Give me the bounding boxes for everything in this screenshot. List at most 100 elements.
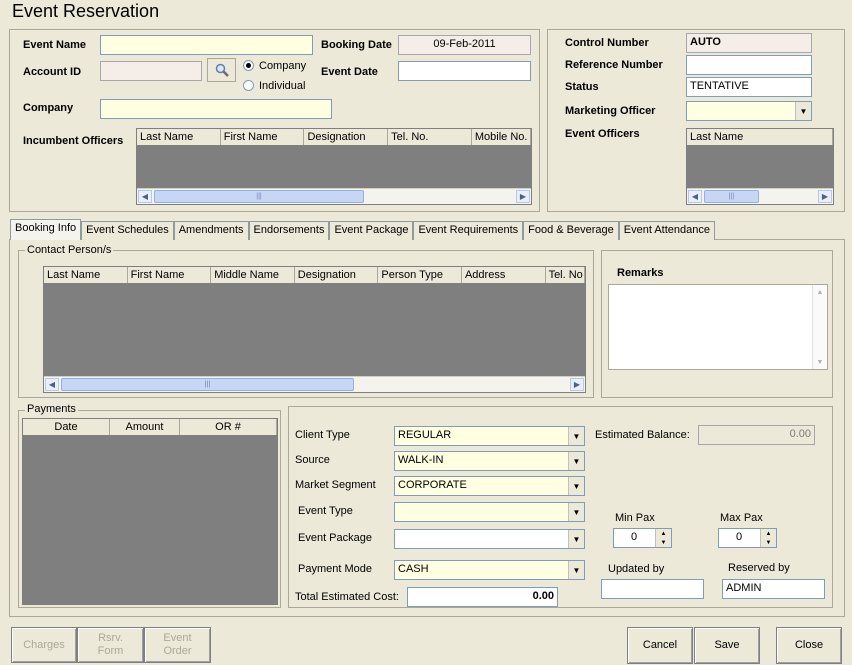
tab-event-schedules[interactable]: Event Schedules (81, 221, 174, 240)
event-type-label: Event Type (298, 505, 353, 517)
scroll-right-icon[interactable]: ▶ (516, 190, 530, 203)
event-package-select[interactable]: ▼ (394, 529, 585, 549)
column-header[interactable]: Last Name (687, 129, 833, 145)
scroll-left-icon[interactable]: ◀ (688, 190, 702, 203)
chevron-down-icon[interactable]: ▼ (568, 503, 584, 521)
column-header[interactable]: First Name (128, 267, 212, 283)
source-select[interactable]: WALK-IN ▼ (394, 451, 585, 471)
event-order-label-1: Event (163, 632, 192, 644)
scroll-right-icon[interactable]: ▶ (570, 378, 584, 391)
event-package-label: Event Package (298, 532, 372, 544)
tab-event-requirements[interactable]: Event Requirements (413, 221, 524, 240)
chevron-down-icon[interactable]: ▼ (568, 427, 584, 445)
scroll-left-icon[interactable]: ◀ (45, 378, 59, 391)
scroll-right-icon[interactable]: ▶ (818, 190, 832, 203)
tab-event-attendance[interactable]: Event Attendance (618, 221, 715, 240)
event-officers-grid[interactable]: Last Name ◀ ||| ▶ (686, 128, 834, 205)
chevron-down-icon[interactable]: ▼ (568, 477, 584, 495)
min-pax-label: Min Pax (615, 512, 655, 524)
client-type-select[interactable]: REGULAR ▼ (394, 426, 585, 446)
radio-company[interactable] (243, 60, 254, 71)
vertical-scrollbar[interactable]: ▲ ▼ (812, 285, 827, 369)
scroll-down-icon[interactable]: ▼ (813, 355, 827, 369)
reservation-form-label-2: Form (97, 645, 124, 657)
increment-icon[interactable]: ▲ (656, 529, 671, 538)
account-search-button[interactable] (207, 58, 236, 82)
grid-header: Date Amount OR # (23, 419, 277, 436)
reservation-form-button[interactable]: Rsrv. Form (77, 627, 144, 663)
event-order-button[interactable]: Event Order (144, 627, 211, 663)
tab-endorsements[interactable]: Endorsements (248, 221, 330, 240)
radio-individual[interactable] (243, 80, 254, 91)
payments-grid[interactable]: Date Amount OR # (22, 418, 278, 605)
incumbent-officers-grid[interactable]: Last Name First Name Designation Tel. No… (136, 128, 532, 205)
horizontal-scrollbar[interactable]: ◀ ||| ▶ (137, 188, 531, 204)
window-title: Event Reservation (12, 1, 160, 21)
increment-icon[interactable]: ▲ (761, 529, 776, 538)
horizontal-scrollbar[interactable]: ◀ ||| ▶ (687, 188, 833, 204)
control-number-field[interactable]: AUTO (686, 33, 812, 53)
updated-by-field[interactable] (601, 579, 704, 599)
stepper-buttons[interactable]: ▲ ▼ (760, 529, 776, 547)
column-header[interactable]: Date (23, 419, 110, 435)
save-button[interactable]: Save (694, 627, 760, 664)
horizontal-scrollbar[interactable]: ◀ ||| ▶ (44, 376, 585, 392)
column-header[interactable]: Tel. No. (388, 129, 472, 145)
marketing-officer-select[interactable]: ▼ (686, 101, 812, 121)
chevron-down-icon[interactable]: ▼ (568, 452, 584, 470)
max-pax-stepper[interactable]: 0 ▲ ▼ (718, 528, 777, 548)
column-header[interactable]: Person Type (378, 267, 462, 283)
reserved-by-field[interactable]: ADMIN (722, 579, 825, 599)
radio-company-label: Company (259, 60, 307, 72)
close-button[interactable]: Close (776, 627, 842, 664)
cancel-button-label: Cancel (642, 639, 678, 651)
scroll-up-icon[interactable]: ▲ (813, 285, 827, 299)
company-label: Company (23, 102, 74, 114)
incumbent-officers-label: Incumbent Officers (23, 135, 124, 147)
column-header[interactable]: Designation (295, 267, 379, 283)
event-name-field[interactable] (100, 35, 313, 55)
reference-number-field[interactable] (686, 55, 812, 75)
remarks-textarea[interactable]: ▲ ▼ (608, 284, 828, 370)
account-id-field[interactable] (100, 61, 202, 81)
stepper-buttons[interactable]: ▲ ▼ (655, 529, 671, 547)
column-header[interactable]: Amount (110, 419, 180, 435)
chevron-down-icon[interactable]: ▼ (568, 530, 584, 548)
min-pax-stepper[interactable]: 0 ▲ ▼ (613, 528, 672, 548)
status-field[interactable]: TENTATIVE (686, 77, 812, 97)
decrement-icon[interactable]: ▼ (761, 538, 776, 547)
contact-persons-title: Contact Person/s (25, 244, 114, 256)
event-type-select[interactable]: ▼ (394, 502, 585, 522)
charges-button[interactable]: Charges (11, 627, 77, 663)
event-date-field[interactable] (398, 61, 531, 81)
decrement-icon[interactable]: ▼ (656, 538, 671, 547)
chevron-down-icon[interactable]: ▼ (795, 102, 811, 120)
column-header[interactable]: Last Name (137, 129, 221, 145)
tab-food-beverage[interactable]: Food & Beverage (523, 221, 619, 240)
payment-mode-select[interactable]: CASH ▼ (394, 560, 585, 580)
column-header[interactable]: OR # (180, 419, 277, 435)
company-field[interactable] (100, 99, 332, 119)
column-header[interactable]: Tel. No (546, 267, 585, 283)
tab-amendments[interactable]: Amendments (173, 221, 249, 240)
booking-date-label: Booking Date (321, 39, 392, 51)
column-header[interactable]: First Name (221, 129, 305, 145)
scroll-thumb[interactable]: ||| (154, 190, 364, 203)
column-header[interactable]: Mobile No. (472, 129, 531, 145)
scroll-thumb[interactable]: ||| (61, 378, 354, 391)
booking-date-field[interactable]: 09-Feb-2011 (398, 35, 531, 55)
scroll-thumb[interactable]: ||| (704, 190, 759, 203)
chevron-down-icon[interactable]: ▼ (568, 561, 584, 579)
column-header[interactable]: Last Name (44, 267, 128, 283)
search-icon (215, 63, 229, 77)
tab-event-package[interactable]: Event Package (329, 221, 414, 240)
scroll-left-icon[interactable]: ◀ (138, 190, 152, 203)
market-segment-select[interactable]: CORPORATE ▼ (394, 476, 585, 496)
column-header[interactable]: Designation (304, 129, 389, 145)
tab-booking-info[interactable]: Booking Info (10, 219, 82, 240)
column-header[interactable]: Middle Name (211, 267, 295, 283)
contact-persons-grid[interactable]: Last Name First Name Middle Name Designa… (43, 266, 586, 393)
column-header[interactable]: Address (462, 267, 546, 283)
charges-button-label: Charges (23, 638, 65, 651)
cancel-button[interactable]: Cancel (627, 627, 693, 664)
